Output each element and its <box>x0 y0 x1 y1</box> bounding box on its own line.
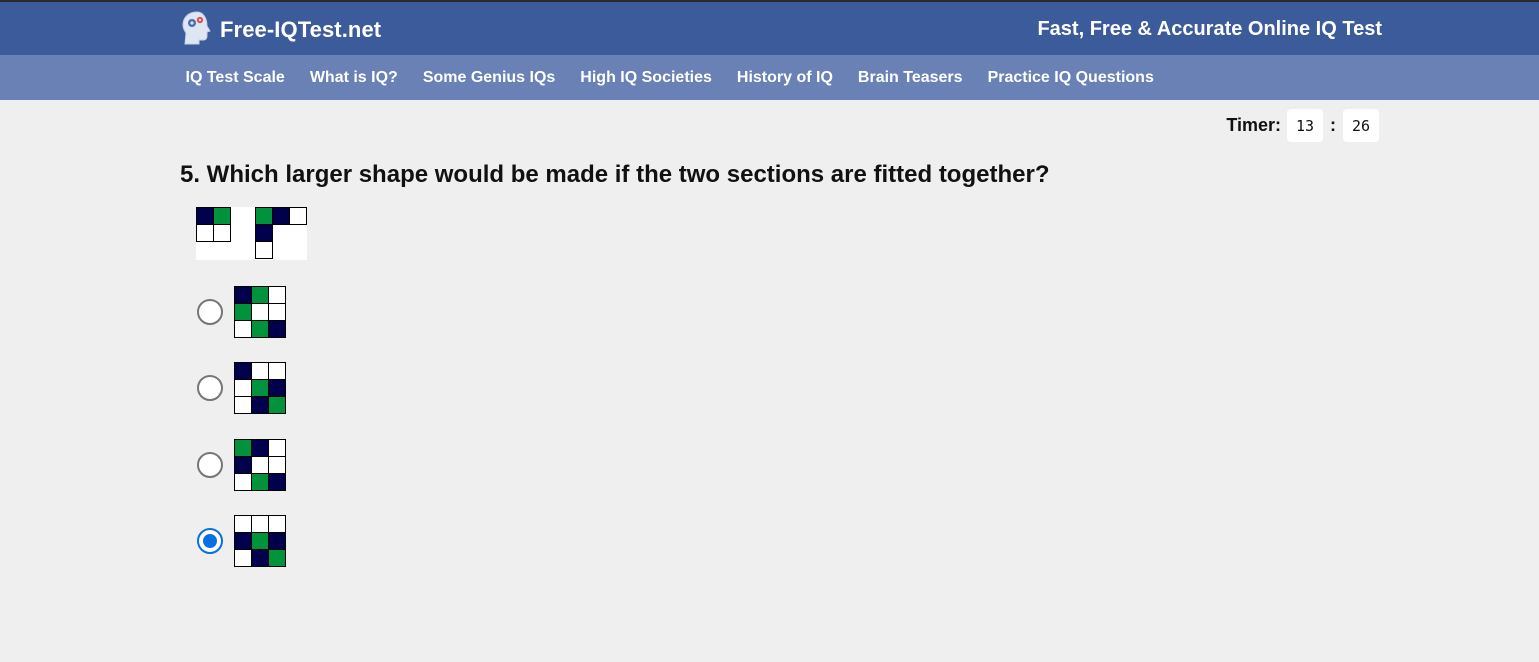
grid-cell <box>234 473 252 491</box>
nav-some-genius-iqs[interactable]: Some Genius IQs <box>410 55 567 100</box>
option-4-grid[interactable] <box>234 515 286 567</box>
option-1-grid[interactable] <box>234 286 286 338</box>
option-2-grid[interactable] <box>234 362 286 414</box>
radio-button-2[interactable] <box>197 375 223 401</box>
cell <box>213 224 231 242</box>
nav-high-iq-societies[interactable]: High IQ Societies <box>568 55 725 100</box>
grid-cell <box>268 439 286 457</box>
timer-separator: : <box>1330 115 1336 135</box>
grid-cell <box>268 532 286 550</box>
grid-cell <box>234 362 252 380</box>
grid-cell <box>251 286 269 304</box>
grid-cell <box>251 456 269 474</box>
cell <box>289 207 307 225</box>
grid-cell <box>268 515 286 533</box>
main-nav: IQ Test Scale What is IQ? Some Genius IQ… <box>0 55 1539 100</box>
grid-cell <box>234 320 252 338</box>
timer: Timer: 13 : 26 <box>1226 109 1379 142</box>
nav-iq-test-scale[interactable]: IQ Test Scale <box>173 55 297 100</box>
nav-what-is-iq[interactable]: What is IQ? <box>297 55 410 100</box>
cell <box>196 224 214 242</box>
grid-cell <box>268 396 286 414</box>
grid-cell <box>234 379 252 397</box>
cell <box>196 207 214 225</box>
site-header: Free-IQTest.net Fast, Free & Accurate On… <box>0 2 1539 55</box>
cell <box>255 241 273 259</box>
grid-cell <box>268 362 286 380</box>
cell <box>213 207 231 225</box>
grid-cell <box>268 549 286 567</box>
nav-practice-iq-questions[interactable]: Practice IQ Questions <box>975 55 1166 100</box>
grid-cell <box>234 456 252 474</box>
grid-cell <box>234 515 252 533</box>
cell <box>272 207 290 225</box>
nav-history-of-iq[interactable]: History of IQ <box>724 55 845 100</box>
grid-cell <box>251 473 269 491</box>
radio-button-1[interactable] <box>197 299 223 325</box>
section-b <box>255 207 307 259</box>
grid-cell <box>234 532 252 550</box>
radio-button-4[interactable] <box>197 528 223 554</box>
grid-cell <box>234 396 252 414</box>
grid-cell <box>268 303 286 321</box>
cell <box>255 224 273 242</box>
cell <box>255 207 273 225</box>
timer-seconds: 26 <box>1343 109 1379 142</box>
grid-cell <box>251 532 269 550</box>
grid-cell <box>268 456 286 474</box>
grid-cell <box>251 515 269 533</box>
answer-option-2[interactable] <box>197 362 287 414</box>
grid-cell <box>251 439 269 457</box>
two-sections-figure <box>196 207 307 259</box>
question-text: 5. Which larger shape would be made if t… <box>180 161 1050 188</box>
grid-cell <box>251 320 269 338</box>
question-figure <box>196 207 307 260</box>
grid-cell <box>251 549 269 567</box>
grid-cell <box>234 549 252 567</box>
nav-brain-teasers[interactable]: Brain Teasers <box>845 55 975 100</box>
grid-cell <box>268 473 286 491</box>
site-tagline: Fast, Free & Accurate Online IQ Test <box>1037 18 1382 40</box>
grid-cell <box>268 320 286 338</box>
option-3-grid[interactable] <box>234 439 286 491</box>
section-a <box>196 207 231 242</box>
grid-cell <box>251 379 269 397</box>
grid-cell <box>251 396 269 414</box>
timer-label: Timer: <box>1226 115 1281 135</box>
answer-option-3[interactable] <box>197 439 287 491</box>
grid-cell <box>234 439 252 457</box>
grid-cell <box>268 286 286 304</box>
site-logo-text[interactable]: Free-IQTest.net <box>220 17 381 43</box>
grid-cell <box>234 303 252 321</box>
answer-option-1[interactable] <box>197 286 287 338</box>
head-gears-icon[interactable] <box>180 10 214 46</box>
grid-cell <box>268 379 286 397</box>
grid-cell <box>251 362 269 380</box>
answer-option-4[interactable] <box>197 515 287 567</box>
grid-cell <box>251 303 269 321</box>
radio-button-3[interactable] <box>197 452 223 478</box>
grid-cell <box>234 286 252 304</box>
timer-minutes: 13 <box>1287 109 1323 142</box>
